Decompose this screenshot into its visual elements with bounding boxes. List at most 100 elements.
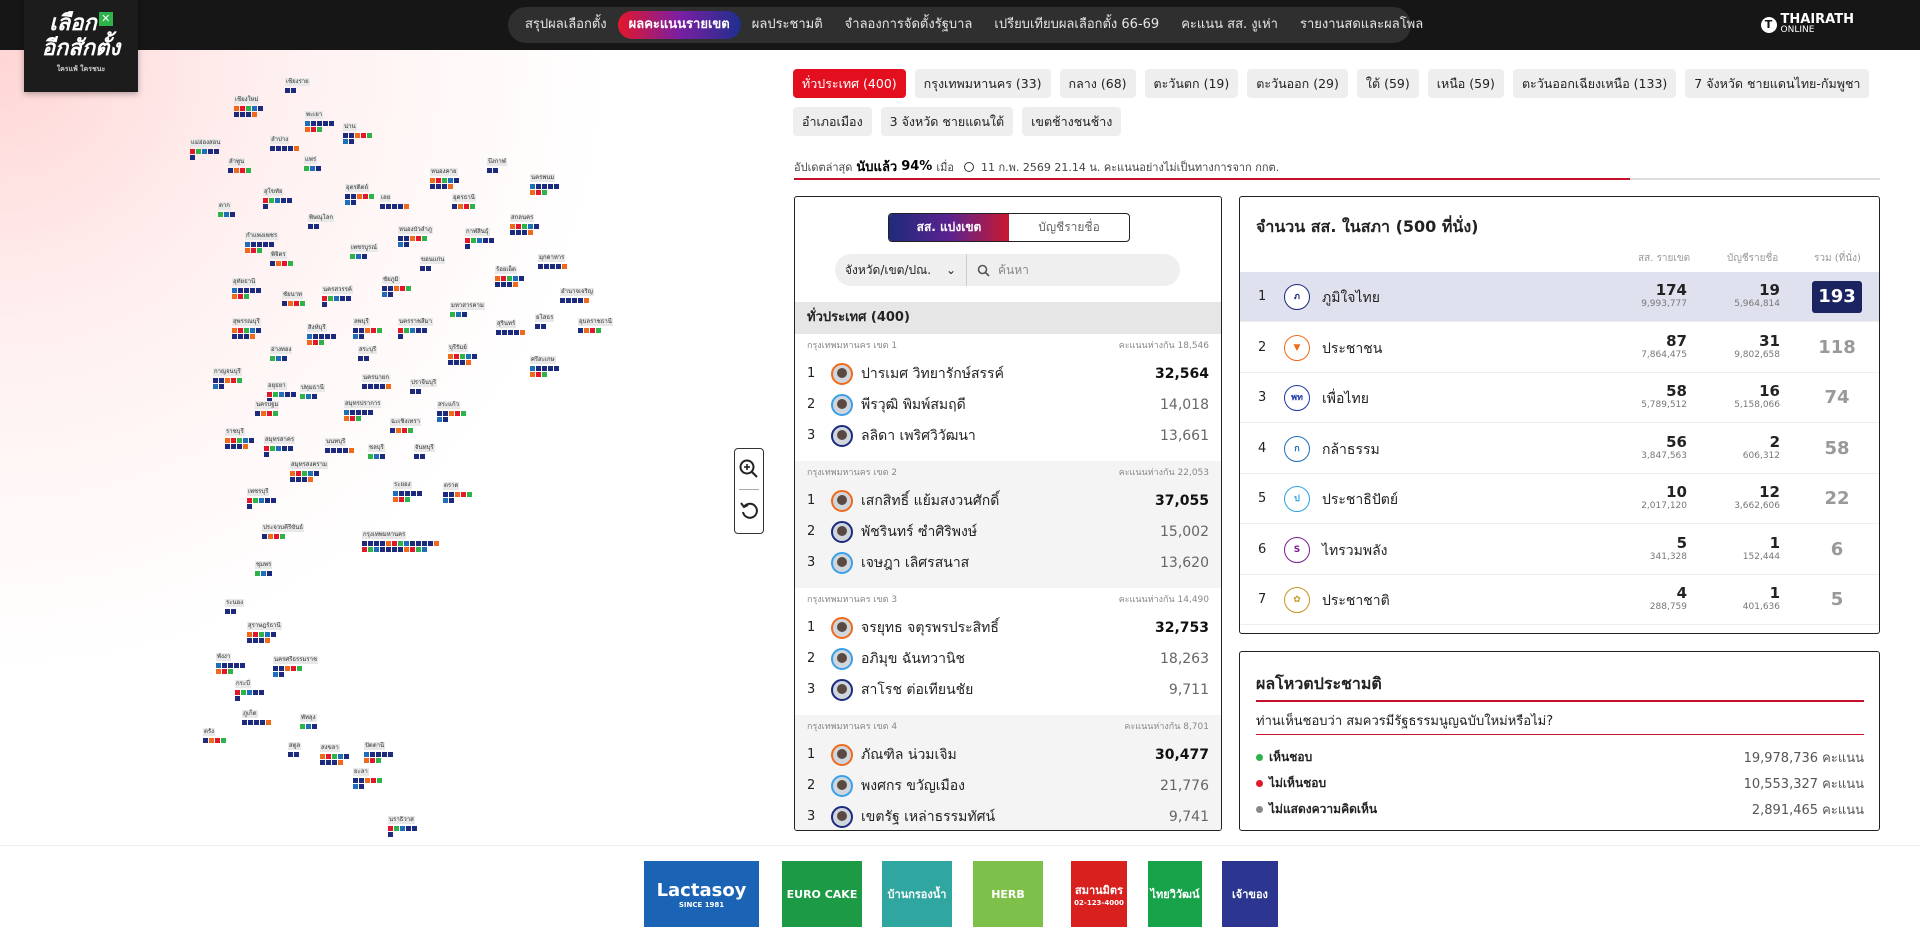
map-province[interactable]: พิจิตร	[270, 245, 302, 266]
search-input[interactable]: ค้นหา	[967, 261, 1029, 280]
region-chip[interactable]: 7 จังหวัด ชายแดนไทย-กัมพูชา	[1685, 69, 1870, 98]
map-province[interactable]: พิษณุโลก	[308, 208, 340, 229]
sponsor-logo[interactable]: EURO CAKE	[782, 861, 862, 927]
map-province[interactable]: ชัยภูมิ	[382, 270, 414, 297]
candidate-row[interactable]: 2 อภิมุข ฉันทวานิช 18,263	[807, 643, 1209, 674]
map-province[interactable]: ปัตตานี	[364, 736, 396, 763]
map-province[interactable]: ยะลา	[353, 762, 385, 789]
nav-item[interactable]: จำลองการจัดตั้งรัฐบาล	[834, 11, 984, 39]
nav-item[interactable]: ผลคะแนนรายเขต	[617, 11, 741, 39]
map-province[interactable]: อุดรธานี	[452, 188, 484, 209]
candidate-row[interactable]: 3 ลลิดา เพริศวิวัฒนา 13,661	[807, 420, 1209, 451]
map-province[interactable]: เชียงราย	[285, 72, 317, 93]
map-province[interactable]: เพชรบูรณ์	[350, 238, 382, 259]
map-province[interactable]: ฉะเชิงเทรา	[390, 412, 422, 433]
map-province[interactable]: สมุทรสาคร	[264, 430, 296, 457]
map-province[interactable]: ระยอง	[393, 475, 425, 502]
candidate-row[interactable]: 2 พงศกร ขวัญเมือง 21,776	[807, 770, 1209, 801]
map-province[interactable]: มุกดาหาร	[538, 248, 570, 269]
map-province[interactable]: กรุงเทพมหานคร	[362, 525, 442, 552]
candidate-row[interactable]: 1 ปารเมศ วิทยารักษ์สรรค์ 32,564	[807, 358, 1209, 389]
sponsor-logo[interactable]: ไทยวิวัฒน์	[1148, 861, 1202, 927]
map-province[interactable]: ตาก	[218, 196, 250, 217]
map-province[interactable]: สมุทรปราการ	[344, 394, 382, 421]
map-province[interactable]: นครราชสีมา	[398, 312, 433, 339]
map-province[interactable]: สระแก้ว	[437, 395, 469, 422]
map-province[interactable]: นครปฐม	[255, 395, 287, 416]
map-province[interactable]: กระบี่	[235, 674, 267, 701]
region-chip[interactable]: กรุงเทพมหานคร (33)	[914, 69, 1051, 98]
map-province[interactable]: ศรีสะเกษ	[530, 350, 562, 377]
map-province[interactable]: สุรินทร์	[496, 314, 528, 335]
candidate-row[interactable]: 3 สาโรช ต่อเทียนชัย 9,711	[807, 674, 1209, 705]
map-province[interactable]: เพชรบุรี	[247, 482, 279, 509]
district-block[interactable]: กรุงเทพมหานคร เขต 1 คะแนนห่างกัน 18,546 1 ป…	[795, 334, 1221, 461]
map-province[interactable]: ราชบุรี	[225, 422, 257, 449]
map-province[interactable]: สงขลา	[320, 738, 352, 765]
map-province[interactable]: หนองบัวลำภู	[398, 220, 433, 247]
map-province[interactable]: ปทุมธานี	[300, 378, 332, 399]
map-province[interactable]: สตูล	[288, 736, 320, 757]
map-province[interactable]: นนทบุรี	[325, 432, 357, 453]
map-province[interactable]: แพร่	[304, 150, 336, 171]
party-row[interactable]: 3 พท เพื่อไทย 58 5,789,512 16 5,158,066 74	[1240, 373, 1879, 423]
map-province[interactable]: นราธิวาส	[388, 810, 420, 837]
region-chip[interactable]: เขตช้างชนช้าง	[1022, 107, 1122, 136]
nav-item[interactable]: ผลประชามติ	[741, 11, 834, 39]
map-province[interactable]: ชัยนาท	[282, 285, 314, 306]
sponsor-logo[interactable]: HERB	[973, 861, 1043, 927]
thairath-brand[interactable]: T THAIRATH ONLINE	[1760, 13, 1854, 35]
region-chip[interactable]: 3 จังหวัด ชายแดนใต้	[880, 107, 1014, 136]
map-province[interactable]: กาญจนบุรี	[213, 362, 245, 389]
map-province[interactable]: สุพรรณบุรี	[232, 312, 264, 339]
map-province[interactable]: สกลนคร	[510, 208, 542, 235]
map-province[interactable]: ชุมพร	[255, 555, 287, 576]
map-province[interactable]: ระนอง	[225, 593, 257, 614]
map-province[interactable]: ตราด	[443, 476, 475, 503]
nav-item[interactable]: เปรียบเทียบผลเลือกตั้ง 66-69	[983, 11, 1170, 39]
sponsor-logo[interactable]: Lactasoy SINCE 1981	[644, 861, 759, 927]
map-province[interactable]: สุราษฎร์ธานี	[247, 616, 282, 643]
map-province[interactable]: เชียงใหม่	[234, 90, 266, 117]
sponsor-logo[interactable]: เจ้าของ	[1222, 861, 1278, 927]
nav-item[interactable]: สรุปผลเลือกตั้ง	[514, 11, 618, 39]
map-province[interactable]: จันทบุรี	[414, 438, 446, 459]
region-chip[interactable]: ตะวันออก (29)	[1247, 69, 1348, 98]
map-province[interactable]: นครพนม	[530, 168, 562, 195]
party-row[interactable]: 1 ภ ภูมิใจไทย 174 9,993,777 19 5,964,814 193	[1240, 272, 1879, 322]
map-province[interactable]: นครสวรรค์	[322, 280, 354, 307]
map-province[interactable]: สมุทรสงคราม	[290, 455, 328, 482]
map-province[interactable]: สิงห์บุรี	[307, 318, 339, 345]
sponsor-logo[interactable]: สมานมิตร 02-123-4000	[1071, 861, 1127, 927]
district-block[interactable]: กรุงเทพมหานคร เขต 2 คะแนนห่างกัน 22,053 1 เ…	[795, 461, 1221, 588]
map-province[interactable]: อุตรดิตถ์	[345, 178, 377, 205]
map-province[interactable]: ปราจีนบุรี	[410, 373, 442, 394]
candidate-row[interactable]: 1 จรยุทธ จตุรพรประสิทธิ์ 32,753	[807, 612, 1209, 643]
party-row[interactable]: 6 S ไทรวมพลัง 5 341,328 1 152,444 6	[1240, 525, 1879, 575]
map-province[interactable]: ยโสธร	[535, 308, 567, 329]
reset-zoom-button[interactable]	[735, 490, 763, 530]
map-province[interactable]: ประจวบคีรีขันธ์	[262, 518, 305, 539]
region-chip[interactable]: ทั่วประเทศ (400)	[793, 69, 906, 98]
region-chip[interactable]: ตะวันออกเฉียงเหนือ (133)	[1512, 69, 1677, 98]
zoom-in-button[interactable]	[735, 449, 763, 489]
map-province[interactable]: สุโขทัย	[263, 182, 295, 209]
map-province[interactable]: ลำพูน	[228, 152, 260, 173]
map-province[interactable]: ลำปาง	[270, 130, 302, 151]
region-chip[interactable]: ใต้ (59)	[1356, 69, 1419, 98]
candidate-row[interactable]: 1 เสกสิทธิ์ แย้มสงวนศักดิ์ 37,055	[807, 485, 1209, 516]
map-province[interactable]: ขอนแก่น	[420, 250, 452, 271]
map-province[interactable]: นครนายก	[362, 368, 394, 389]
map-province[interactable]: อุบลราชธานี	[578, 312, 613, 333]
map-province[interactable]: อำนาจเจริญ	[560, 282, 594, 303]
map-province[interactable]: กาฬสินธุ์	[465, 222, 497, 249]
party-row[interactable]: 5 ป ประชาธิปัตย์ 10 2,017,120 12 3,662,606 22	[1240, 474, 1879, 524]
region-chip[interactable]: กลาง (68)	[1059, 69, 1136, 98]
nav-item[interactable]: รายงานสดและผลโพล	[1289, 11, 1434, 39]
map-province[interactable]: แม่ฮ่องสอน	[190, 133, 222, 160]
tab-district[interactable]: สส. แบ่งเขต	[889, 214, 1009, 241]
candidate-row[interactable]: 3 เขตรัฐ เหล่าธรรมทัศน์ 9,741	[807, 801, 1209, 830]
map-province[interactable]: ภูเก็ต	[242, 704, 274, 725]
map-province[interactable]: ชลบุรี	[368, 438, 400, 459]
party-row[interactable]: 4 ก กล้าธรรม 56 3,847,563 2 606,312 58	[1240, 424, 1879, 474]
